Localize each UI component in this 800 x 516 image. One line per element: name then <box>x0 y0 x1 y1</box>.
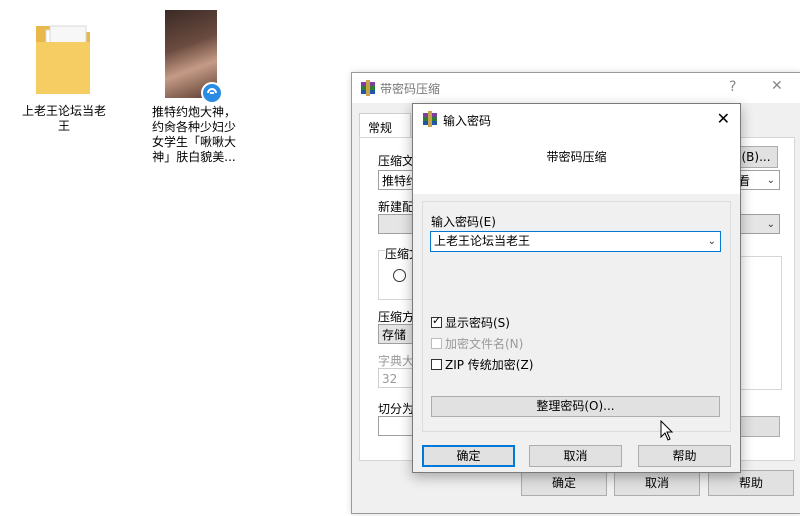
archive-window-title: 带密码压缩 <box>380 82 441 96</box>
back-help-label: 帮助 <box>738 476 763 490</box>
close-icon[interactable]: ✕ <box>717 109 730 128</box>
profile-label: 新建配 <box>378 200 415 214</box>
split-label: 切分为 <box>378 402 415 416</box>
checkbox-checked-icon[interactable] <box>431 314 442 328</box>
folder-icon <box>36 25 90 94</box>
encrypt-filenames-checkbox[interactable]: 加密文件名(N) <box>431 335 523 352</box>
password-label: 输入密码(E) <box>431 215 496 229</box>
winrar-icon <box>361 80 375 96</box>
ok-button-label: 确定 <box>456 449 481 463</box>
chevron-down-icon: ⌄ <box>766 175 775 186</box>
chevron-down-icon: ⌄ <box>766 219 775 230</box>
winrar-icon <box>423 111 437 127</box>
organize-passwords-label: 整理密码(O)... <box>536 399 615 413</box>
password-dialog: 输入密码 ✕ 带密码压缩 输入密码(E) 上老王论坛当老王 ⌄ 显示密码(S) … <box>412 103 741 473</box>
back-help-button[interactable]: 帮助 <box>708 470 794 496</box>
folder-label: 上老王论坛当老王 <box>21 104 106 133</box>
organize-passwords-button[interactable]: 整理密码(O)... <box>431 396 720 417</box>
close-icon[interactable]: ✕ <box>771 78 783 94</box>
password-dialog-title: 输入密码 <box>443 114 492 128</box>
checkbox-icon[interactable] <box>431 338 442 349</box>
password-input[interactable]: 上老王论坛当老王 ⌄ <box>430 231 721 252</box>
video-label-line: 推特约炮大神， <box>151 105 236 119</box>
compress-method-label: 压缩方 <box>378 310 415 324</box>
mouse-cursor-icon <box>660 420 674 441</box>
encrypt-filenames-label: 加密文件名(N) <box>445 337 524 351</box>
back-ok-button[interactable]: 确定 <box>521 470 607 496</box>
browse-button-label: (B)... <box>741 150 771 164</box>
help-title-button[interactable]: ? <box>729 79 736 95</box>
password-dialog-titlebar[interactable]: 输入密码 ✕ <box>413 104 740 134</box>
back-cancel-button[interactable]: 取消 <box>614 470 700 496</box>
dict-size-label: 字典大 <box>378 354 415 368</box>
format-radio[interactable] <box>393 269 406 282</box>
dialog-header: 带密码压缩 <box>413 134 740 194</box>
show-password-label: 显示密码(S) <box>445 316 510 330</box>
tab-general-label: 常规 <box>368 121 393 135</box>
video-label-line: 神」肤白貌美... <box>152 150 236 164</box>
ok-button[interactable]: 确定 <box>422 445 515 467</box>
player-badge-icon <box>201 82 223 104</box>
help-button-label: 帮助 <box>672 449 697 463</box>
back-ok-label: 确定 <box>551 476 576 490</box>
desktop-video-item[interactable]: 推特约炮大神， 约肏各种少妇少 女学生「啾啾大 神」肤白貌美... <box>148 10 240 170</box>
show-password-checkbox[interactable]: 显示密码(S) <box>431 314 510 331</box>
chevron-down-icon[interactable]: ⌄ <box>708 232 716 251</box>
video-label-line: 约肏各种少妇少 <box>151 120 236 134</box>
archive-window-titlebar[interactable]: 带密码压缩 ? ✕ <box>352 73 800 103</box>
video-label-line: 女学生「啾啾大 <box>151 135 236 149</box>
cancel-button-label: 取消 <box>563 449 588 463</box>
help-button[interactable]: 帮助 <box>638 445 731 467</box>
desktop-folder-item[interactable]: 上老王论坛当老王 <box>18 12 110 142</box>
checkbox-icon[interactable] <box>431 359 442 370</box>
tab-general[interactable]: 常规 <box>359 113 411 139</box>
zip-legacy-checkbox[interactable]: ZIP 传统加密(Z) <box>431 356 533 373</box>
back-cancel-label: 取消 <box>644 476 669 490</box>
compress-method-value: 存储 <box>382 328 407 342</box>
dict-size-value: 32 <box>382 372 398 386</box>
zip-legacy-label: ZIP 传统加密(Z) <box>445 358 534 372</box>
options-box <box>734 256 782 390</box>
dialog-header-text: 带密码压缩 <box>546 150 607 164</box>
cancel-button[interactable]: 取消 <box>529 445 622 467</box>
password-value: 上老王论坛当老王 <box>434 234 531 248</box>
archive-name-label: 压缩文 <box>378 154 415 168</box>
